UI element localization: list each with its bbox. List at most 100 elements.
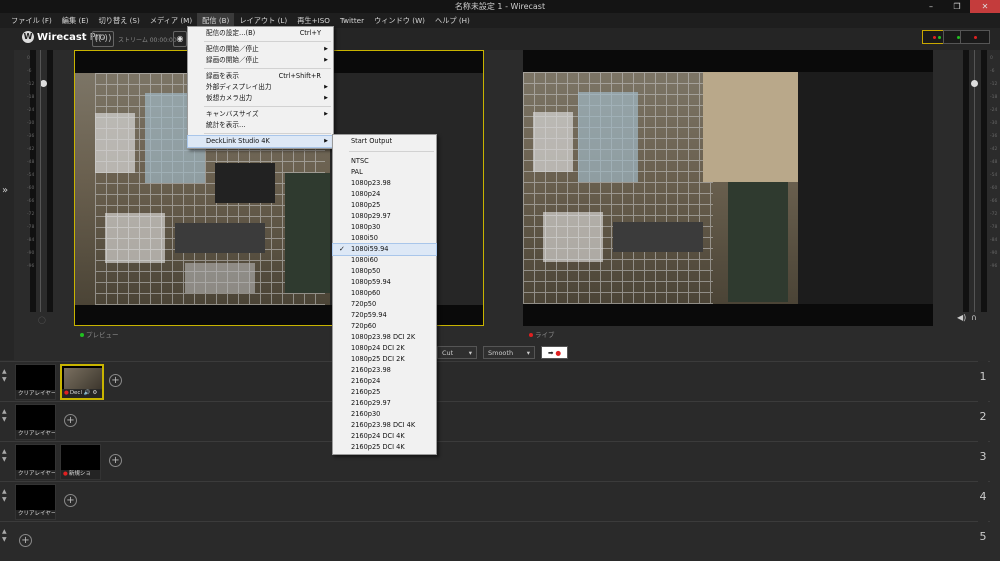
decklink-format-item[interactable]: 2160p25: [333, 387, 436, 398]
decklink-format-item[interactable]: 1080i50: [333, 233, 436, 244]
shot-thumbnail[interactable]: クリアレイヤー: [15, 444, 56, 480]
layer-up-icon[interactable]: ▲: [2, 448, 7, 456]
speaker-icon[interactable]: ◀): [957, 313, 966, 322]
decklink-start-output[interactable]: Start Output: [333, 136, 436, 147]
layer-number[interactable]: 4: [978, 481, 988, 521]
maximize-button[interactable]: ❐: [944, 0, 970, 13]
decklink-format-item[interactable]: 1080p23.98: [333, 178, 436, 189]
broadcast-menu-item[interactable]: 仮想カメラ出力 ▶: [188, 93, 333, 104]
decklink-format-item[interactable]: 2160p25 DCI 4K: [333, 442, 436, 453]
layer-number[interactable]: 3: [978, 441, 988, 481]
tally-light-3[interactable]: [960, 30, 990, 44]
shot-label-text: クリアレイヤー: [18, 511, 55, 517]
decklink-format-item[interactable]: 1080p59.94: [333, 277, 436, 288]
broadcast-menu-item[interactable]: 録画を表示 Ctrl+Shift+R: [188, 71, 333, 82]
app-name: Wirecast: [37, 31, 87, 43]
broadcast-menu-item[interactable]: 配信の開始／停止 ▶: [188, 44, 333, 55]
shot-thumbnail[interactable]: ●Decl 🔊 ⚙: [60, 364, 104, 400]
layer-number[interactable]: 1: [978, 361, 988, 401]
broadcast-menu-item[interactable]: DeckLink Studio 4K ▶: [187, 135, 334, 148]
decklink-format-item[interactable]: 1080p25 DCI 2K: [333, 354, 436, 365]
minimize-button[interactable]: –: [918, 0, 944, 13]
broadcast-menu-item[interactable]: 統計を表示…: [188, 120, 333, 131]
decklink-format-item[interactable]: 2160p24: [333, 376, 436, 387]
layer-down-icon[interactable]: ▼: [2, 376, 7, 384]
decklink-format-item[interactable]: 1080p24 DCI 2K: [333, 343, 436, 354]
layer-down-icon[interactable]: ▼: [2, 416, 7, 424]
close-button[interactable]: ✕: [970, 0, 1000, 13]
decklink-format-item[interactable]: 2160p23.98 DCI 4K: [333, 420, 436, 431]
menu-0[interactable]: ファイル (F): [6, 13, 57, 28]
layer-down-icon[interactable]: ▼: [2, 536, 7, 544]
add-shot-button[interactable]: +: [109, 374, 122, 387]
decklink-format-item[interactable]: ✓ 1080i59.94: [332, 243, 437, 256]
decklink-format-item[interactable]: 1080p25: [333, 200, 436, 211]
record-button[interactable]: ◉: [173, 31, 187, 47]
shot-thumbnail[interactable]: クリアレイヤー: [15, 364, 56, 400]
shot-thumbnail[interactable]: クリアレイヤー: [15, 404, 56, 440]
meter-tick-label: -12: [27, 82, 35, 87]
headphones-icon[interactable]: ∩: [971, 313, 977, 322]
menu-9[interactable]: ヘルプ (H): [430, 13, 475, 28]
window-title: 名称未設定 1 - Wirecast: [454, 2, 546, 11]
broadcast-menu-item[interactable]: キャンバスサイズ ▶: [188, 109, 333, 120]
transition-smooth-select[interactable]: Smooth ▾: [483, 346, 535, 359]
decklink-format-item[interactable]: NTSC: [333, 156, 436, 167]
layer-row: ▲ ▼ クリアレイヤー ●新規ショ +: [0, 441, 990, 481]
live-window[interactable]: [523, 50, 933, 326]
menu-8[interactable]: ウィンドウ (W): [369, 13, 430, 28]
layer-up-icon[interactable]: ▲: [2, 368, 7, 376]
go-button[interactable]: ➡ ●: [541, 346, 568, 359]
shot-label-text: クリアレイヤー: [18, 391, 55, 397]
decklink-format-item[interactable]: 1080i60: [333, 255, 436, 266]
menu-item-label: 1080p29.97: [351, 212, 391, 220]
decklink-format-item[interactable]: 2160p29.97: [333, 398, 436, 409]
decklink-format-item[interactable]: 2160p23.98: [333, 365, 436, 376]
stream-button[interactable]: ((·)): [92, 31, 114, 47]
decklink-format-item[interactable]: PAL: [333, 167, 436, 178]
add-shot-button[interactable]: +: [64, 494, 77, 507]
transition-cut-select[interactable]: Cut ▾: [437, 346, 477, 359]
layer-up-icon[interactable]: ▲: [2, 528, 7, 536]
decklink-format-item[interactable]: 1080p24: [333, 189, 436, 200]
decklink-submenu: Start Output NTSC PAL 1080p23.98 1080p24 1080…: [332, 134, 437, 455]
tally-red-icon: [973, 35, 977, 39]
meter-tick-label: -60: [27, 186, 35, 191]
meter-tick-label: -30: [27, 121, 35, 126]
preview-mute-icon[interactable]: ◯: [38, 316, 46, 324]
add-shot-button[interactable]: +: [109, 454, 122, 467]
layer-number[interactable]: 5: [978, 521, 988, 561]
menu-7[interactable]: Twitter: [335, 13, 369, 28]
shot-thumbnail[interactable]: ●新規ショ: [60, 444, 101, 480]
menu-2[interactable]: 切り替え (S): [94, 13, 145, 28]
add-shot-button[interactable]: +: [64, 414, 77, 427]
decklink-format-item[interactable]: 2160p24 DCI 4K: [333, 431, 436, 442]
menu-item-label: 2160p24: [351, 377, 381, 385]
menu-1[interactable]: 編集 (E): [57, 13, 94, 28]
layer-row: ▲ ▼ クリアレイヤー +: [0, 481, 990, 521]
decklink-format-item[interactable]: 1080p29.97: [333, 211, 436, 222]
preview-volume-slider[interactable]: [40, 80, 47, 87]
meter-tick-label: -6: [27, 69, 32, 74]
layer-up-icon[interactable]: ▲: [2, 488, 7, 496]
layer-down-icon[interactable]: ▼: [2, 456, 7, 464]
decklink-format-item[interactable]: 720p50: [333, 299, 436, 310]
live-volume-slider[interactable]: [971, 80, 978, 87]
decklink-format-item[interactable]: 720p60: [333, 321, 436, 332]
decklink-format-item[interactable]: 720p59.94: [333, 310, 436, 321]
layer-up-icon[interactable]: ▲: [2, 408, 7, 416]
decklink-format-item[interactable]: 1080p30: [333, 222, 436, 233]
decklink-format-item[interactable]: 1080p60: [333, 288, 436, 299]
decklink-format-item[interactable]: 2160p30: [333, 409, 436, 420]
expand-panel-icon[interactable]: »: [2, 185, 8, 196]
decklink-format-item[interactable]: 1080p23.98 DCI 2K: [333, 332, 436, 343]
broadcast-menu-item[interactable]: 外部ディスプレイ出力 ▶: [188, 82, 333, 93]
decklink-format-item[interactable]: 1080p50: [333, 266, 436, 277]
layer-number[interactable]: 2: [978, 401, 988, 441]
broadcast-menu-item[interactable]: 録画の開始／停止 ▶: [188, 55, 333, 66]
cut-label: Cut: [442, 348, 454, 357]
shot-label: クリアレイヤー: [16, 470, 55, 479]
shot-thumbnail[interactable]: クリアレイヤー: [15, 484, 56, 520]
layer-down-icon[interactable]: ▼: [2, 496, 7, 504]
broadcast-menu-item[interactable]: 配信の設定…(B) Ctrl+Y: [188, 28, 333, 39]
